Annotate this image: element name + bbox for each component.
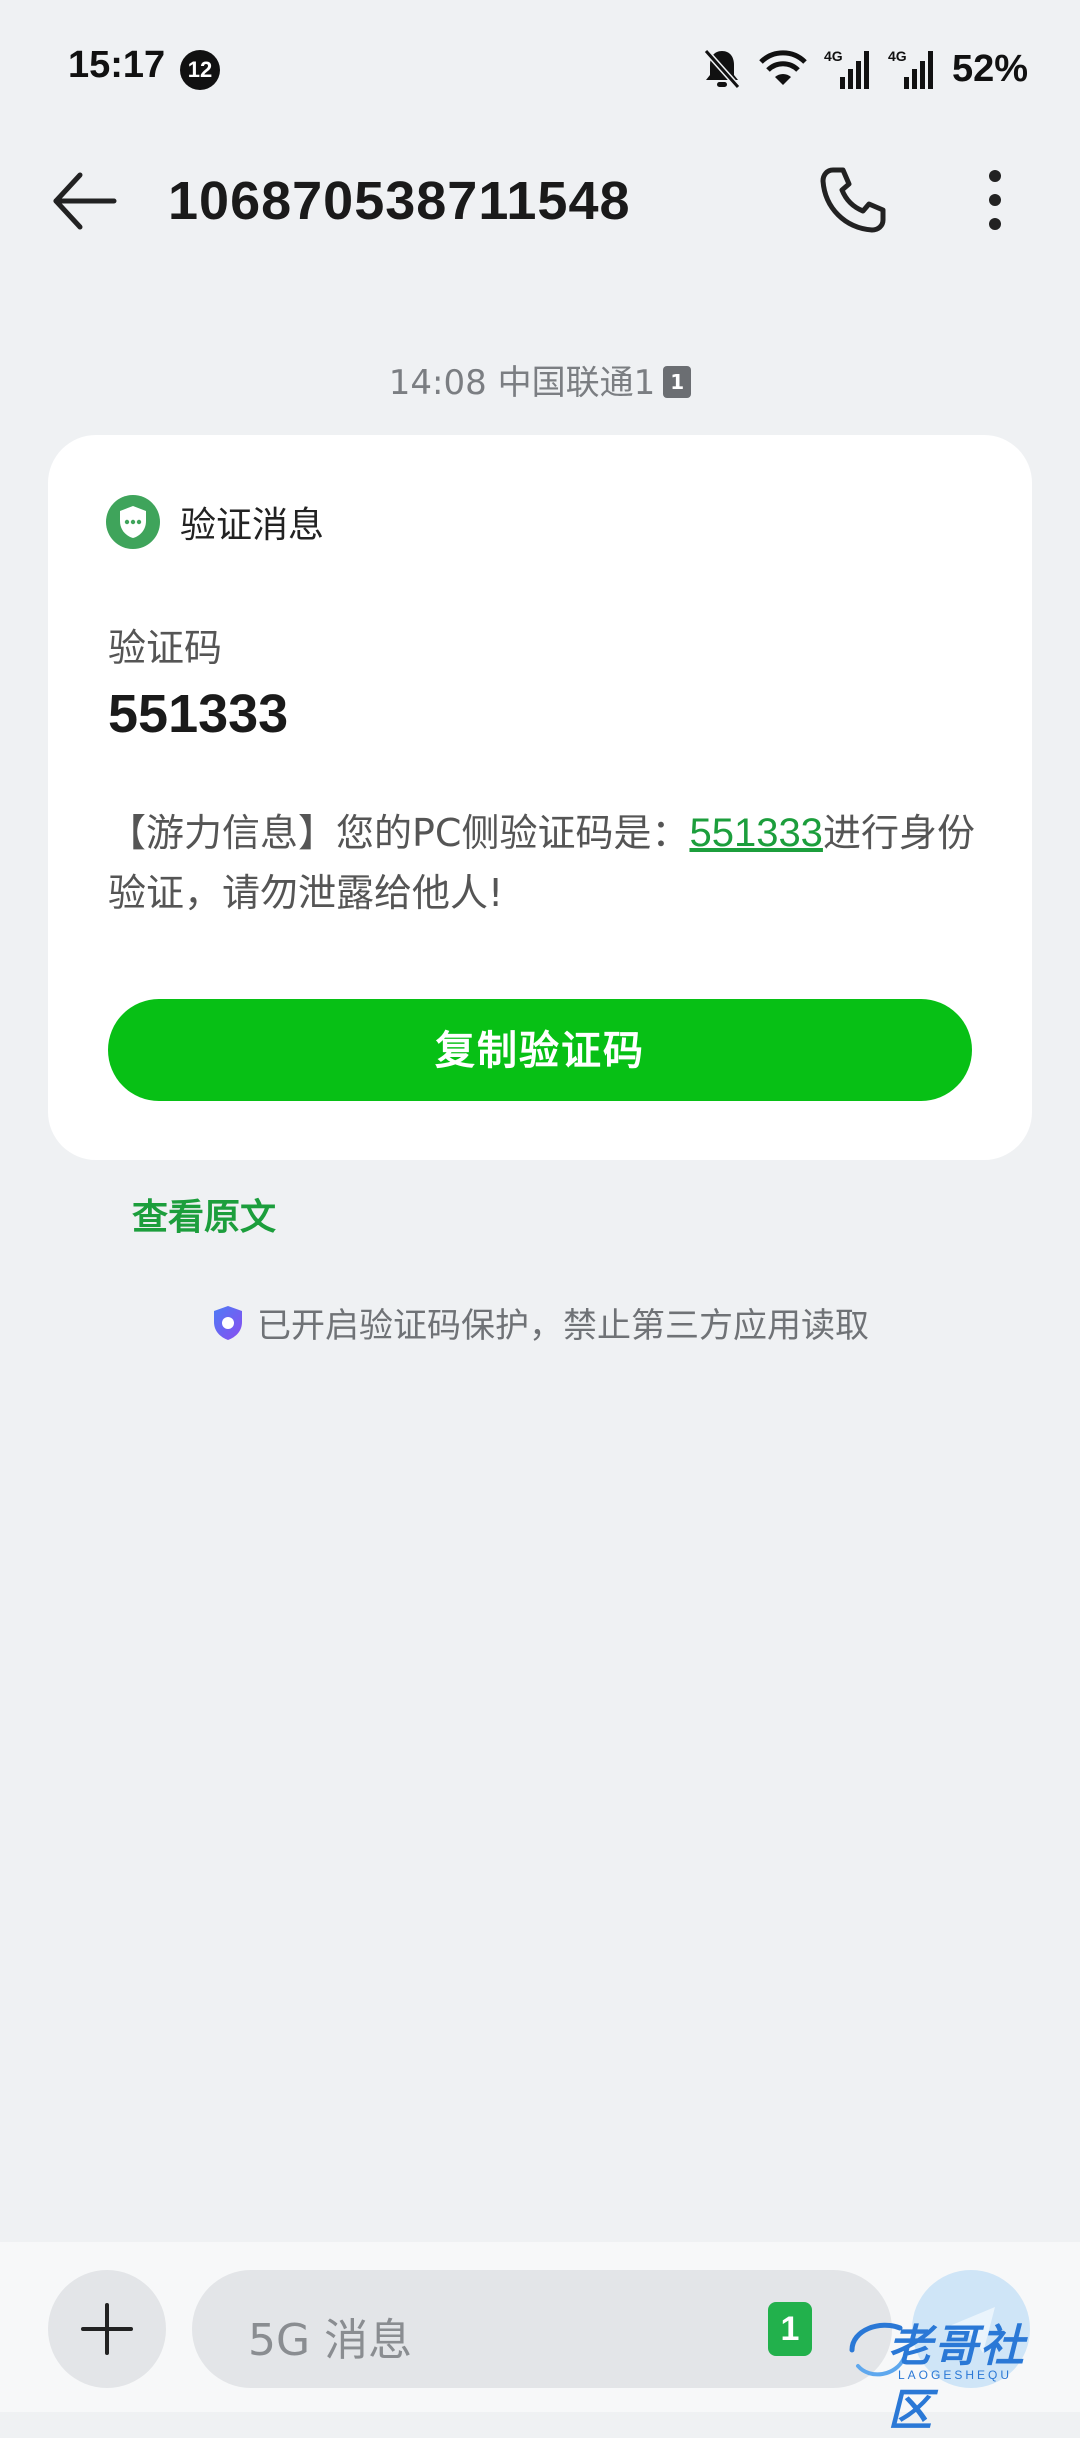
message-timestamp: 14:08 中国联通1 1 [0,355,1080,404]
verification-code: 551333 [108,684,289,744]
message-code-link[interactable]: 551333 [689,811,822,855]
svg-text:4G: 4G [824,48,843,64]
message-composer: 5G 消息 1 [0,2242,1080,2412]
protection-notice-text: 已开启验证码保护，禁止第三方应用读取 [257,1306,869,1346]
protection-notice: 已开启验证码保护，禁止第三方应用读取 [0,1298,1080,1347]
status-icons: 4G 4G 52% [702,44,1028,94]
shield-protect-icon [214,1305,242,1340]
sender-number: 106870538711548 [168,171,631,231]
message-body-prefix: 【游力信息】您的PC侧验证码是： [108,811,690,855]
conversation-header: 106870538711548 [0,140,1080,260]
more-vertical-icon[interactable] [965,162,1025,238]
arrow-left-icon[interactable] [48,165,120,237]
card-header: 验证消息 [106,495,324,549]
wifi-icon [759,50,807,85]
attach-button[interactable] [48,2270,166,2388]
message-input[interactable]: 5G 消息 1 [192,2270,892,2388]
svg-text:4G: 4G [888,48,907,64]
phone-icon[interactable] [815,162,891,238]
send-button[interactable] [912,2270,1030,2388]
battery-level: 52% [951,47,1028,90]
card-title: 验证消息 [180,505,325,546]
bell-off-icon [703,49,741,89]
code-label: 验证码 [108,626,223,670]
message-input-placeholder: 5G 消息 [248,2315,413,2366]
view-original-link[interactable]: 查看原文 [132,1188,276,1240]
message-body: 【游力信息】您的PC侧验证码是：551333进行身份验证，请勿泄露给他人! [108,803,988,923]
status-time: 15:17 [68,44,166,86]
sim-slot-badge: 1 [663,365,692,398]
shield-chat-icon [106,495,160,549]
signal-4g-icon-2: 4G [888,48,933,89]
send-icon [947,2307,995,2353]
notification-count-badge: 12 [180,50,220,90]
plus-icon [81,2303,133,2355]
copy-code-button[interactable]: 复制验证码 [108,999,972,1101]
status-bar: 15:17 12 4G 4G 52% [0,0,1080,130]
timestamp-text: 14:08 中国联通1 [388,363,656,403]
verification-card: 验证消息 验证码 551333 【游力信息】您的PC侧验证码是：551333进行… [48,435,1032,1160]
sim-select-button[interactable]: 1 [768,2302,812,2356]
signal-4g-icon: 4G [824,48,869,89]
